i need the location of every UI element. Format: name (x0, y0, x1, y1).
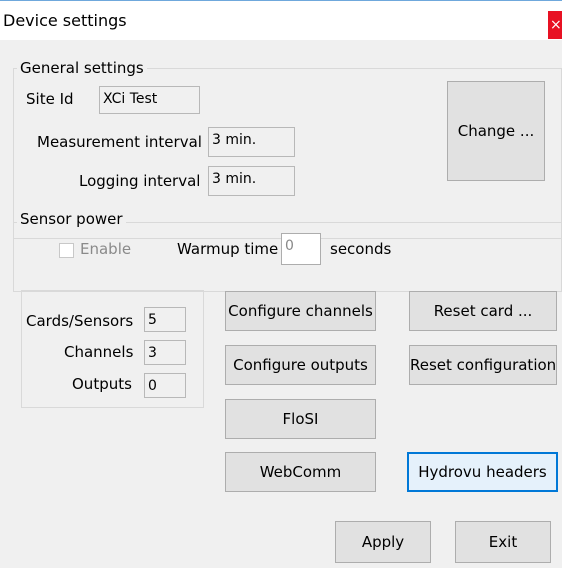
warmup-time-input[interactable]: 0 (281, 233, 321, 265)
warmup-unit-label: seconds (330, 240, 392, 258)
reset-configuration-label: Reset configuration (410, 356, 557, 374)
exit-button[interactable]: Exit (455, 521, 551, 563)
configure-outputs-label: Configure outputs (233, 356, 368, 374)
apply-label: Apply (361, 533, 405, 551)
window-title: Device settings (3, 11, 127, 30)
outputs-field[interactable]: 0 (144, 373, 186, 398)
title-bar: Device settings × (0, 0, 562, 41)
apply-button[interactable]: Apply (335, 521, 431, 563)
exit-label: Exit (488, 533, 518, 551)
cards-sensors-field[interactable]: 5 (144, 307, 186, 332)
reset-card-label: Reset card ... (433, 302, 533, 320)
webcomm-button[interactable]: WebComm (225, 452, 376, 492)
channels-field[interactable]: 3 (144, 340, 186, 365)
change-button-label: Change ... (457, 122, 535, 140)
reset-card-button[interactable]: Reset card ... (409, 291, 557, 331)
cards-sensors-label: Cards/Sensors (26, 312, 134, 330)
logging-interval-field[interactable]: 3 min. (208, 166, 295, 196)
logging-interval-label: Logging interval (79, 172, 201, 190)
configure-channels-label: Configure channels (228, 302, 373, 320)
reset-configuration-button[interactable]: Reset configuration (409, 345, 557, 385)
channels-label: Channels (64, 343, 134, 361)
warmup-time-label: Warmup time (177, 240, 279, 258)
outputs-label: Outputs (72, 375, 132, 393)
hydrovu-headers-label: Hydrovu headers (418, 463, 547, 481)
measurement-interval-field[interactable]: 3 min. (208, 127, 295, 157)
close-button[interactable]: × (548, 11, 562, 39)
site-id-label: Site Id (26, 90, 74, 108)
window-body: General settings Site Id XCi Test Measur… (0, 40, 562, 568)
configure-outputs-button[interactable]: Configure outputs (225, 345, 376, 385)
enable-label: Enable (80, 240, 132, 258)
flosi-label: FloSI (282, 410, 319, 428)
enable-checkbox[interactable] (59, 243, 74, 258)
site-id-field[interactable]: XCi Test (99, 86, 200, 114)
measurement-interval-label: Measurement interval (37, 133, 202, 151)
change-button[interactable]: Change ... (447, 81, 545, 181)
hydrovu-headers-button[interactable]: Hydrovu headers (407, 452, 558, 492)
sensor-power-legend: Sensor power (17, 210, 126, 228)
webcomm-label: WebComm (259, 463, 342, 481)
flosi-button[interactable]: FloSI (225, 399, 376, 439)
configure-channels-button[interactable]: Configure channels (225, 291, 376, 331)
close-icon: × (550, 17, 562, 33)
general-settings-legend: General settings (17, 59, 147, 77)
